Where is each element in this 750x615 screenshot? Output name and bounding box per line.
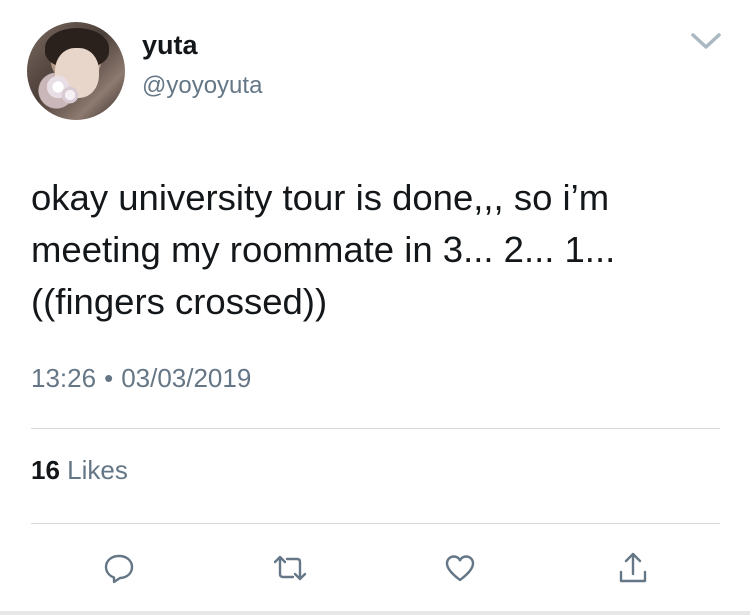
reply-icon bbox=[104, 554, 134, 584]
tweet-text: okay university tour is done,,, so i’m m… bbox=[31, 177, 616, 322]
like-button[interactable] bbox=[440, 548, 480, 588]
meta-separator: • bbox=[104, 363, 114, 393]
display-name[interactable]: yuta bbox=[142, 30, 198, 61]
share-button[interactable] bbox=[613, 548, 653, 588]
divider-top bbox=[31, 428, 720, 429]
user-handle[interactable]: @yoyoyuta bbox=[142, 72, 262, 100]
likes-stat[interactable]: 16 Likes bbox=[31, 455, 128, 486]
likes-count: 16 bbox=[31, 455, 60, 485]
tweet-timestamp: 13:26 • 03/03/2019 bbox=[31, 363, 251, 394]
avatar-flower-small bbox=[61, 86, 79, 104]
reply-button[interactable] bbox=[99, 548, 139, 588]
tweet-date: 03/03/2019 bbox=[121, 363, 252, 393]
likes-label: Likes bbox=[67, 455, 128, 485]
bottom-edge bbox=[0, 611, 750, 615]
retweet-icon bbox=[273, 555, 307, 581]
retweet-button[interactable] bbox=[270, 548, 310, 588]
avatar[interactable] bbox=[27, 22, 125, 120]
divider-bottom bbox=[31, 523, 720, 524]
heart-icon bbox=[445, 555, 475, 582]
tweet-time: 13:26 bbox=[31, 363, 97, 393]
chevron-down-icon[interactable] bbox=[689, 30, 723, 52]
share-icon bbox=[619, 552, 647, 583]
